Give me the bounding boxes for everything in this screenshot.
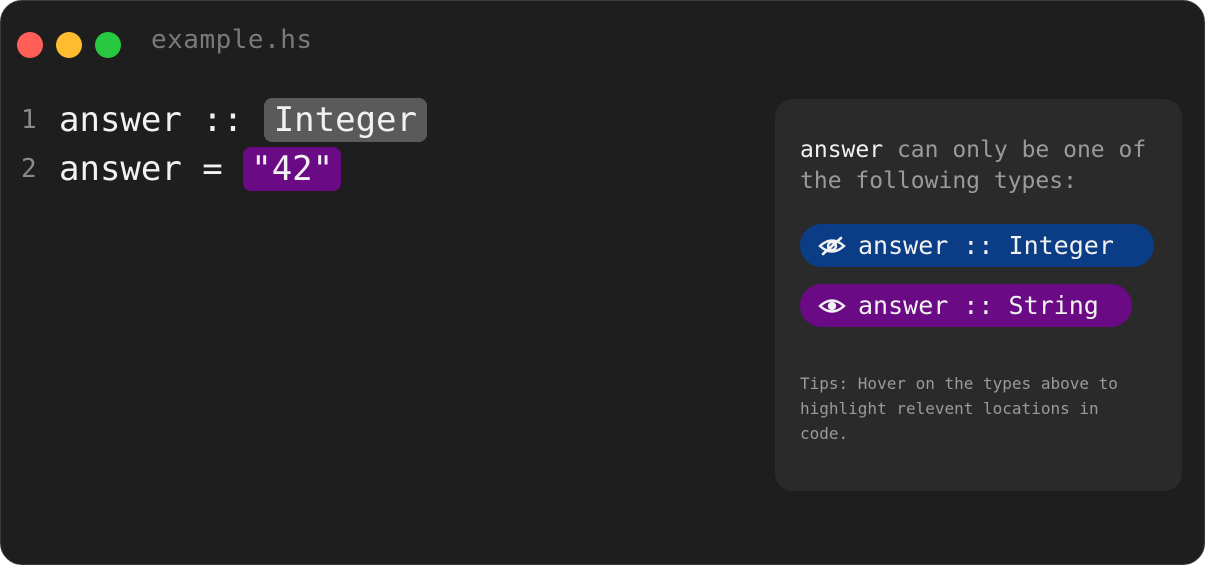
minimize-window-button[interactable] [56, 32, 82, 58]
type-option-label: answer :: Integer [858, 231, 1114, 260]
value-highlight-string[interactable]: "42" [243, 147, 342, 191]
close-window-button[interactable] [17, 32, 43, 58]
window-title: example.hs [151, 25, 313, 55]
code-text[interactable]: answer :: Integer [59, 98, 427, 142]
tips-text: Tips: Hover on the types above to highli… [800, 374, 1118, 443]
eye-slash-icon [818, 236, 846, 255]
type-option-label: answer :: String [858, 291, 1099, 320]
eye-icon [818, 298, 846, 313]
identifier-name: answer [800, 137, 884, 163]
code-token: answer :: [59, 100, 264, 140]
line-number: 2 [21, 154, 37, 184]
editor-window: example.hs 1 answer :: Integer 2 answer … [0, 0, 1205, 565]
type-option-integer[interactable]: answer :: Integer [800, 224, 1154, 267]
code-token: answer = [59, 149, 244, 189]
type-option-string[interactable]: answer :: String [800, 284, 1132, 327]
line-number: 1 [21, 105, 37, 135]
error-message: answer can only be one of the following … [800, 135, 1170, 197]
type-highlight-integer[interactable]: Integer [263, 98, 427, 142]
code-text[interactable]: answer = "42" [59, 147, 342, 191]
maximize-window-button[interactable] [95, 32, 121, 58]
type-error-panel: answer can only be one of the following … [775, 99, 1182, 491]
